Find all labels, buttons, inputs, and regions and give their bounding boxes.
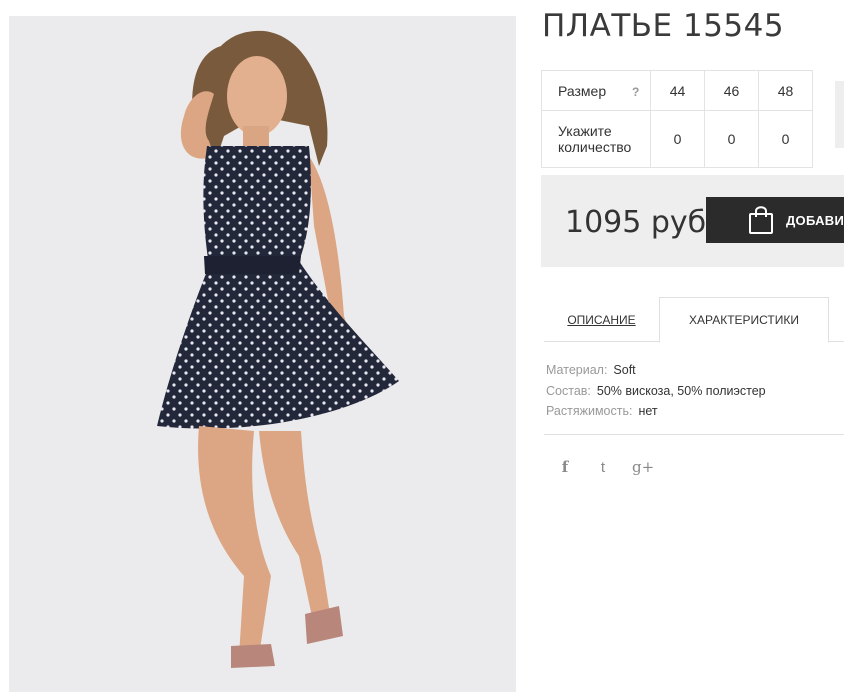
google-plus-icon[interactable]: g+ — [632, 458, 654, 476]
spec-key: Растяжимость: — [546, 404, 633, 418]
size-table: Размер ? 44 46 48 Укажите количество 0 0… — [541, 70, 813, 168]
quantity-row: Укажите количество 0 0 0 — [541, 110, 813, 168]
quantity-label: Укажите количество — [541, 110, 651, 168]
product-title: ПЛАТЬЕ 15545 — [542, 8, 785, 44]
facebook-icon[interactable]: f — [556, 458, 574, 476]
model-illustration — [9, 16, 516, 692]
side-panel-edge — [835, 81, 844, 148]
characteristics-list: Материал: Soft Состав: 50% вискоза, 50% по… — [546, 360, 766, 422]
quantity-label-text: Укажите количество — [558, 123, 632, 155]
price-panel: 1095 руб ДОБАВИТ — [541, 175, 844, 267]
spec-value: 50% вискоза, 50% полиэстер — [596, 383, 766, 398]
spec-material: Материал: Soft — [546, 360, 766, 381]
size-44: 44 — [650, 70, 705, 111]
spec-value: нет — [638, 404, 658, 418]
size-row: Размер ? 44 46 48 — [541, 70, 813, 111]
product-photo[interactable] — [9, 16, 516, 692]
add-to-cart-label: ДОБАВИТ — [786, 212, 844, 228]
spec-composition: Состав: 50% вискоза, 50% полиэстер — [546, 381, 766, 402]
quantity-input-44[interactable]: 0 — [650, 110, 705, 168]
shopping-bag-icon — [749, 206, 773, 234]
quantity-input-48[interactable]: 0 — [758, 110, 813, 168]
tab-characteristics[interactable]: ХАРАКТЕРИСТИКИ — [659, 297, 829, 343]
price: 1095 руб — [565, 205, 707, 240]
twitter-icon[interactable]: t — [594, 459, 612, 476]
social-share: f t g+ — [556, 458, 654, 476]
size-46: 46 — [704, 70, 759, 111]
add-to-cart-button[interactable]: ДОБАВИТ — [706, 197, 844, 243]
size-label: Размер — [558, 82, 607, 99]
spec-key: Материал: — [546, 363, 608, 377]
help-icon[interactable]: ? — [632, 85, 639, 99]
size-label-cell: Размер ? — [541, 70, 651, 111]
product-tabs: ОПИСАНИЕ ХАРАКТЕРИСТИКИ — [544, 297, 844, 343]
size-48: 48 — [758, 70, 813, 111]
tab-description[interactable]: ОПИСАНИЕ — [544, 297, 659, 342]
divider — [544, 434, 844, 435]
spec-key: Состав: — [546, 383, 591, 398]
spec-stretch: Растяжимость: нет — [546, 401, 766, 422]
spec-value: Soft — [613, 363, 636, 377]
quantity-input-46[interactable]: 0 — [704, 110, 759, 168]
